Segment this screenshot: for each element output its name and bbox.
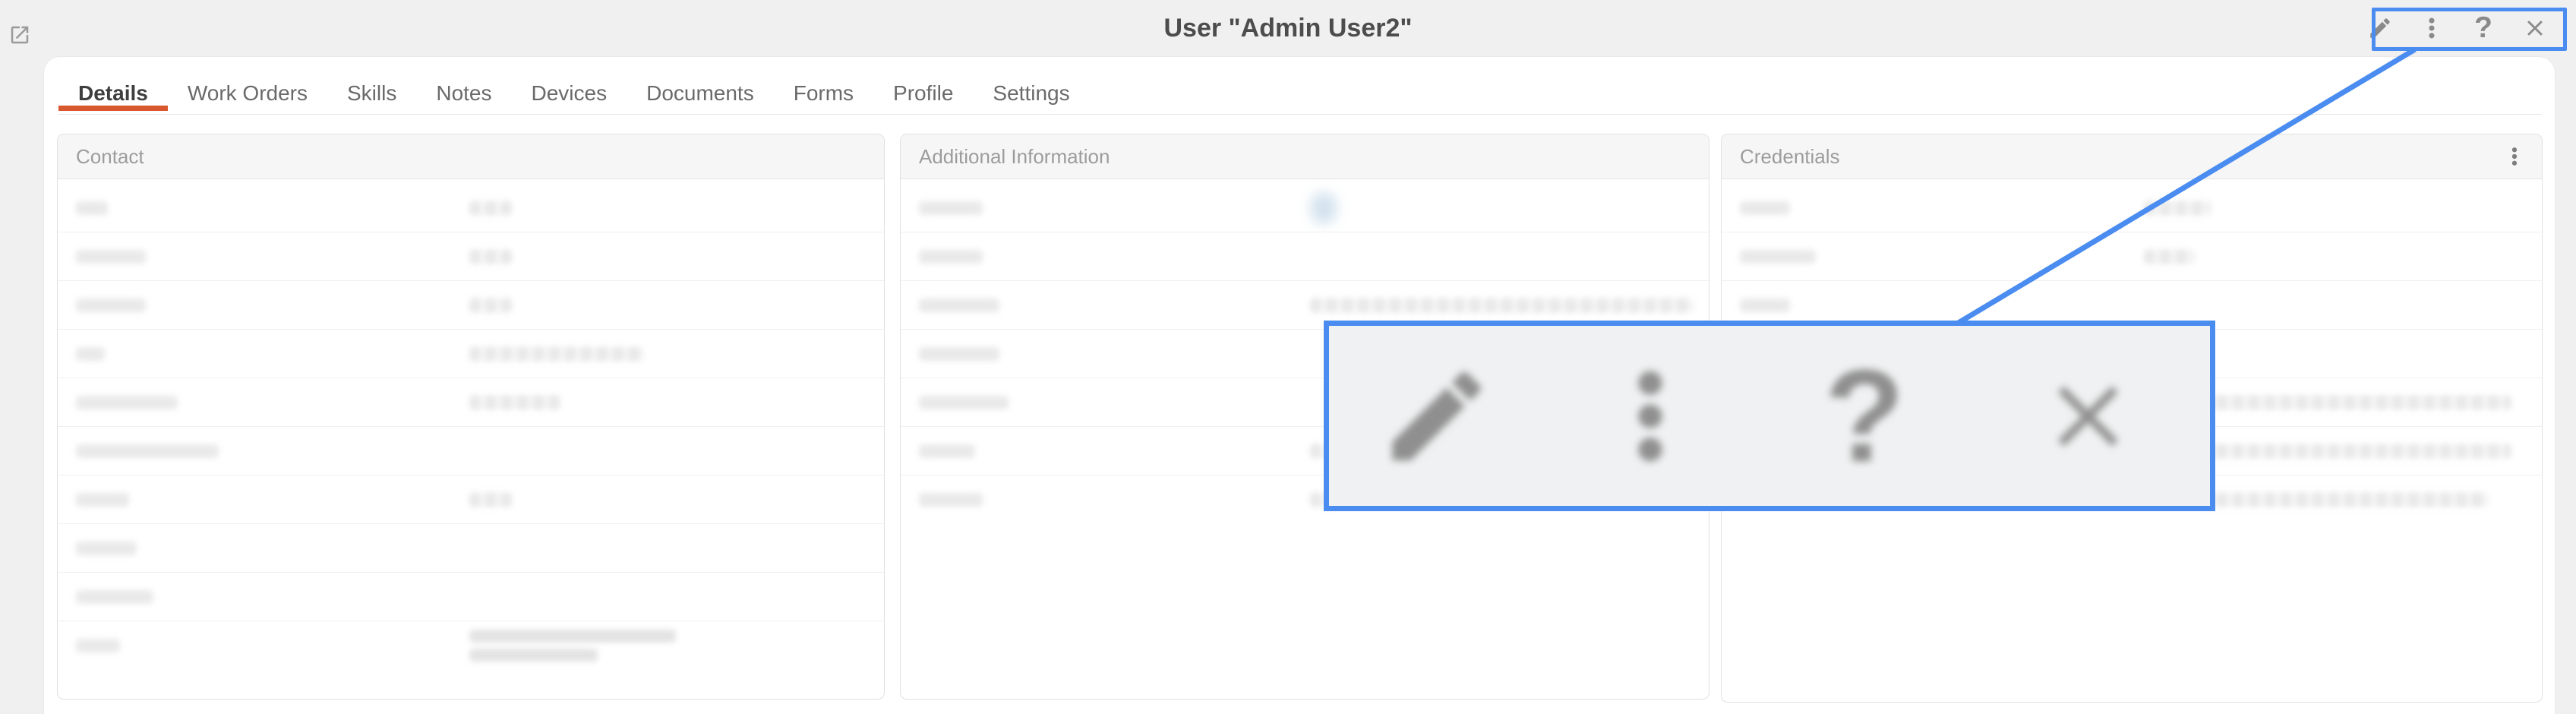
redacted-label — [919, 444, 975, 458]
redacted-row — [58, 378, 884, 427]
tab-label: Documents — [646, 81, 754, 106]
card-header: Contact — [58, 134, 884, 179]
card-title: Contact — [76, 145, 144, 169]
redacted-row — [58, 573, 884, 621]
card-title: Credentials — [1740, 145, 1840, 169]
redacted-value — [469, 298, 512, 312]
redacted-value — [2185, 444, 2511, 458]
redacted-label — [919, 347, 999, 361]
redacted-label — [1740, 201, 1790, 215]
redacted-row — [58, 330, 884, 378]
kebab-icon — [1593, 359, 1707, 473]
tab-label: Profile — [893, 81, 953, 106]
redacted-row — [58, 281, 884, 330]
pencil-icon — [1378, 357, 1495, 475]
redacted-label — [76, 493, 129, 507]
redacted-row — [901, 184, 1709, 232]
redacted-value — [469, 346, 644, 361]
page: User "Admin User2" ? Details Work Orders S… — [0, 0, 2576, 714]
redacted-value — [2185, 492, 2489, 507]
redacted-row — [58, 427, 884, 475]
tab-label: Settings — [993, 81, 1069, 106]
tab-label: Details — [78, 81, 148, 106]
tab-details[interactable]: Details — [58, 76, 168, 111]
redacted-label — [919, 493, 983, 507]
redacted-label — [76, 444, 219, 458]
tab-skills[interactable]: Skills — [327, 76, 416, 111]
redacted-row — [58, 232, 884, 281]
redacted-value — [1310, 298, 1694, 312]
card-title: Additional Information — [919, 145, 1110, 169]
annotation-highlight-box — [2372, 8, 2567, 51]
card-menu-button[interactable] — [2501, 143, 2528, 170]
redacted-value — [2144, 249, 2194, 264]
tab-bar-divider — [58, 114, 2541, 115]
annotation-zoom-callout: ? — [1324, 321, 2215, 511]
redacted-value-icon — [1310, 192, 1337, 224]
magnified-x-icon — [2037, 365, 2139, 467]
card-body — [58, 179, 884, 669]
redacted-label — [76, 542, 137, 555]
tab-devices[interactable]: Devices — [512, 76, 627, 111]
redacted-value — [469, 201, 512, 215]
tab-documents[interactable]: Documents — [627, 76, 774, 111]
redacted-label — [76, 201, 108, 215]
tab-label: Forms — [794, 81, 854, 106]
redacted-label — [76, 590, 153, 604]
tab-work-orders[interactable]: Work Orders — [168, 76, 327, 111]
redacted-label — [919, 299, 999, 312]
x-icon — [2037, 365, 2139, 467]
tab-bar: Details Work Orders Skills Notes Devices Docu… — [58, 76, 1090, 111]
redacted-value — [469, 630, 676, 662]
window-header: User "Admin User2" ? — [0, 0, 2576, 56]
redacted-label — [1740, 250, 1816, 264]
magnified-question-icon: ? — [1807, 357, 1921, 475]
open-in-new-window-icon[interactable] — [8, 24, 31, 46]
redacted-row — [1722, 232, 2542, 281]
redacted-row — [58, 621, 884, 669]
redacted-label — [1740, 299, 1790, 312]
redacted-value — [2185, 395, 2511, 409]
tab-forms[interactable]: Forms — [774, 76, 873, 111]
tab-label: Skills — [347, 81, 396, 106]
card-header: Credentials — [1722, 134, 2542, 179]
tab-label: Notes — [436, 81, 491, 106]
redacted-label — [76, 250, 146, 264]
redacted-label — [76, 639, 120, 652]
redacted-value — [469, 249, 512, 264]
redacted-label — [919, 396, 1009, 409]
redacted-row — [58, 524, 884, 573]
tab-profile[interactable]: Profile — [873, 76, 973, 111]
redacted-label — [919, 250, 983, 264]
tab-notes[interactable]: Notes — [416, 76, 511, 111]
page-title: User "Admin User2" — [0, 0, 2576, 56]
question-icon: ? — [1824, 357, 1905, 475]
tab-label: Devices — [532, 81, 608, 106]
redacted-label — [76, 299, 146, 312]
redacted-value — [469, 395, 560, 409]
redacted-row — [58, 184, 884, 232]
kebab-icon — [2503, 145, 2526, 168]
tab-label: Work Orders — [188, 81, 308, 106]
redacted-value — [469, 492, 512, 507]
redacted-label — [919, 201, 983, 215]
card-header: Additional Information — [901, 134, 1709, 179]
magnified-kebab-icon — [1593, 359, 1707, 473]
contact-card: Contact — [57, 134, 885, 700]
redacted-row — [901, 232, 1709, 281]
redacted-value — [2144, 201, 2211, 215]
magnified-pencil-icon — [1378, 357, 1495, 475]
redacted-label — [76, 347, 105, 361]
tab-settings[interactable]: Settings — [973, 76, 1089, 111]
redacted-row — [58, 475, 884, 524]
redacted-label — [76, 396, 178, 409]
redacted-row — [1722, 184, 2542, 232]
